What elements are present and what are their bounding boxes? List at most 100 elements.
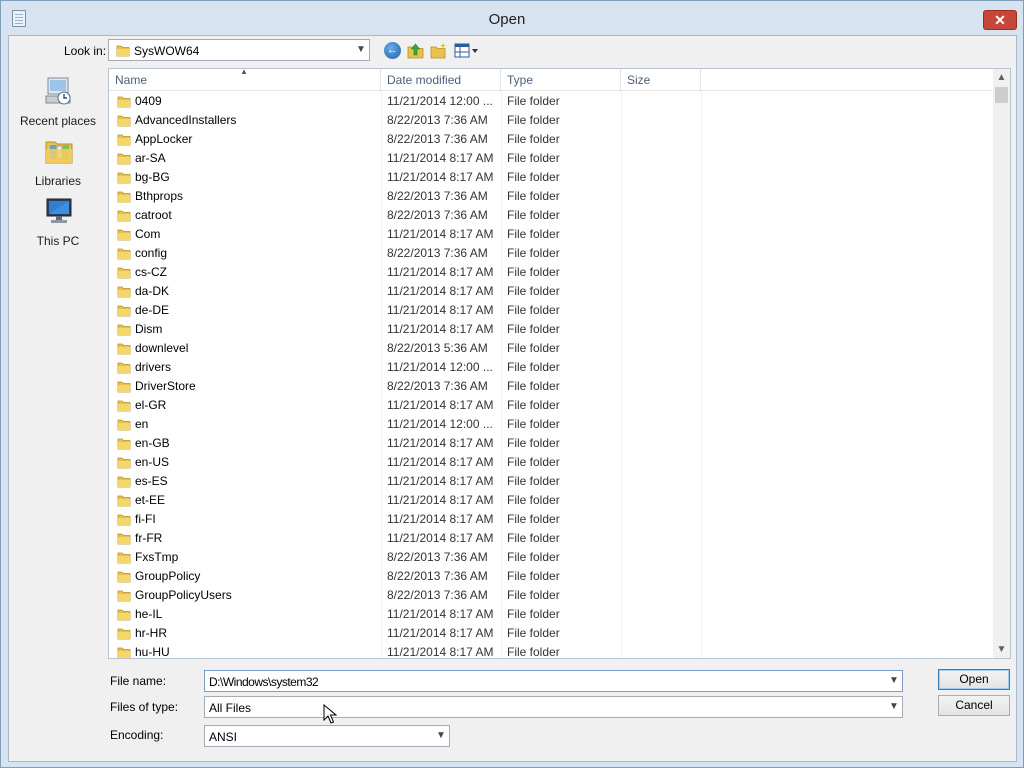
look-in-dropdown[interactable]: SysWOW64 ▼	[108, 39, 370, 61]
date-modified-cell: 11/21/2014 8:17 AM	[387, 227, 494, 241]
table-row[interactable]: GroupPolicyUsers 8/22/2013 7:36 AM File fo…	[109, 586, 994, 605]
date-modified-cell: 11/21/2014 8:17 AM	[387, 151, 494, 165]
chevron-down-icon[interactable]: ▼	[433, 726, 449, 746]
type-cell: File folder	[507, 436, 560, 450]
table-row[interactable]: fr-FR 11/21/2014 8:17 AM File folder	[109, 529, 994, 548]
file-list[interactable]: Name ▲ Date modified Type Size 0409 11/21…	[108, 68, 1011, 659]
table-row[interactable]: Bthprops 8/22/2013 7:36 AM File folder	[109, 187, 994, 206]
table-row[interactable]: DriverStore 8/22/2013 7:36 AM File folder	[109, 377, 994, 396]
new-folder-icon[interactable]	[430, 42, 447, 59]
date-modified-cell: 11/21/2014 8:17 AM	[387, 265, 494, 279]
table-row[interactable]: en-GB 11/21/2014 8:17 AM File folder	[109, 434, 994, 453]
file-name-cell: AppLocker	[135, 132, 193, 146]
table-row[interactable]: config 8/22/2013 7:36 AM File folder	[109, 244, 994, 263]
table-row[interactable]: catroot 8/22/2013 7:36 AM File folder	[109, 206, 994, 225]
window-title: Open	[488, 11, 526, 28]
scroll-up-icon[interactable]: ▲	[993, 69, 1010, 86]
dialog-body: Look in: SysWOW64 ▼ ← Recent places Libr…	[8, 35, 1017, 762]
scroll-thumb[interactable]	[995, 87, 1008, 103]
file-name-cell: he-IL	[135, 607, 163, 621]
place-libraries[interactable]: Libraries	[12, 136, 104, 192]
column-size-label: Size	[627, 73, 651, 87]
table-row[interactable]: en-US 11/21/2014 8:17 AM File folder	[109, 453, 994, 472]
column-header-size[interactable]: Size	[621, 69, 701, 91]
table-row[interactable]: et-EE 11/21/2014 8:17 AM File folder	[109, 491, 994, 510]
file-type-dropdown[interactable]: All Files ▼	[204, 696, 903, 718]
file-name-cell: Dism	[135, 322, 163, 336]
date-modified-cell: 8/22/2013 7:36 AM	[387, 379, 488, 393]
type-cell: File folder	[507, 208, 560, 222]
type-cell: File folder	[507, 303, 560, 317]
date-modified-cell: 11/21/2014 8:17 AM	[387, 512, 494, 526]
column-header-type[interactable]: Type	[501, 69, 621, 91]
open-button[interactable]: Open	[938, 669, 1010, 690]
chevron-down-icon[interactable]: ▼	[353, 40, 369, 60]
date-modified-cell: 11/21/2014 8:17 AM	[387, 398, 494, 412]
this-pc-icon	[46, 198, 72, 223]
title-bar[interactable]: Open ✕	[1, 1, 1023, 35]
file-name-cell: fr-FR	[135, 531, 163, 545]
date-modified-cell: 8/22/2013 7:36 AM	[387, 569, 488, 583]
table-row[interactable]: ar-SA 11/21/2014 8:17 AM File folder	[109, 149, 994, 168]
date-modified-cell: 11/21/2014 8:17 AM	[387, 493, 494, 507]
date-modified-cell: 11/21/2014 8:17 AM	[387, 436, 494, 450]
vertical-scrollbar[interactable]: ▲ ▼	[993, 69, 1010, 658]
close-button[interactable]: ✕	[983, 10, 1017, 30]
table-row[interactable]: GroupPolicy 8/22/2013 7:36 AM File folder	[109, 567, 994, 586]
file-name-cell: el-GR	[135, 398, 167, 412]
type-cell: File folder	[507, 113, 560, 127]
look-in-value: SysWOW64	[134, 44, 200, 58]
column-header-date[interactable]: Date modified	[381, 69, 501, 91]
chevron-down-icon[interactable]: ▼	[886, 671, 902, 691]
table-row[interactable]: drivers 11/21/2014 12:00 ... File folder	[109, 358, 994, 377]
file-name-cell: fi-FI	[135, 512, 156, 526]
scroll-down-icon[interactable]: ▼	[993, 641, 1010, 658]
table-row[interactable]: hu-HU 11/21/2014 8:17 AM File folder	[109, 643, 994, 659]
file-name-cell: hr-HR	[135, 626, 167, 640]
view-menu-icon[interactable]	[454, 42, 479, 59]
up-folder-icon[interactable]	[407, 42, 424, 59]
type-cell: File folder	[507, 151, 560, 165]
table-row[interactable]: da-DK 11/21/2014 8:17 AM File folder	[109, 282, 994, 301]
table-row[interactable]: el-GR 11/21/2014 8:17 AM File folder	[109, 396, 994, 415]
table-row[interactable]: AdvancedInstallers 8/22/2013 7:36 AM File …	[109, 111, 994, 130]
table-row[interactable]: 0409 11/21/2014 12:00 ... File folder	[109, 92, 994, 111]
table-row[interactable]: bg-BG 11/21/2014 8:17 AM File folder	[109, 168, 994, 187]
file-name-cell: Bthprops	[135, 189, 184, 203]
encoding-dropdown[interactable]: ANSI ▼	[204, 725, 450, 747]
table-row[interactable]: de-DE 11/21/2014 8:17 AM File folder	[109, 301, 994, 320]
file-name-cell: et-EE	[135, 493, 166, 507]
mouse-pointer-icon	[323, 704, 337, 724]
file-name-input[interactable]: D:\Windows\system32 ▼	[204, 670, 903, 692]
type-cell: File folder	[507, 531, 560, 545]
back-arrow-icon[interactable]: ←	[384, 42, 401, 59]
type-cell: File folder	[507, 645, 560, 659]
date-modified-cell: 11/21/2014 12:00 ...	[387, 360, 493, 374]
place-this-pc[interactable]: This PC	[12, 196, 104, 252]
type-cell: File folder	[507, 607, 560, 621]
table-row[interactable]: FxsTmp 8/22/2013 7:36 AM File folder	[109, 548, 994, 567]
table-row[interactable]: cs-CZ 11/21/2014 8:17 AM File folder	[109, 263, 994, 282]
look-in-label: Look in:	[64, 44, 107, 58]
place-recent-places[interactable]: Recent places	[12, 76, 104, 132]
file-name-cell: downlevel	[135, 341, 189, 355]
table-row[interactable]: he-IL 11/21/2014 8:17 AM File folder	[109, 605, 994, 624]
chevron-down-icon[interactable]: ▼	[886, 697, 902, 717]
type-cell: File folder	[507, 284, 560, 298]
table-row[interactable]: Com 11/21/2014 8:17 AM File folder	[109, 225, 994, 244]
open-dialog: Open ✕ Look in: SysWOW64 ▼ ← Recent plac…	[0, 0, 1024, 768]
table-row[interactable]: fi-FI 11/21/2014 8:17 AM File folder	[109, 510, 994, 529]
table-row[interactable]: es-ES 11/21/2014 8:17 AM File folder	[109, 472, 994, 491]
type-cell: File folder	[507, 455, 560, 469]
table-row[interactable]: downlevel 8/22/2013 5:36 AM File folder	[109, 339, 994, 358]
date-modified-cell: 11/21/2014 8:17 AM	[387, 303, 494, 317]
place-label: Recent places	[19, 114, 97, 128]
cancel-button[interactable]: Cancel	[938, 695, 1010, 716]
table-row[interactable]: en 11/21/2014 12:00 ... File folder	[109, 415, 994, 434]
type-cell: File folder	[507, 341, 560, 355]
table-row[interactable]: Dism 11/21/2014 8:17 AM File folder	[109, 320, 994, 339]
table-row[interactable]: hr-HR 11/21/2014 8:17 AM File folder	[109, 624, 994, 643]
type-cell: File folder	[507, 626, 560, 640]
date-modified-cell: 11/21/2014 8:17 AM	[387, 284, 494, 298]
table-row[interactable]: AppLocker 8/22/2013 7:36 AM File folder	[109, 130, 994, 149]
